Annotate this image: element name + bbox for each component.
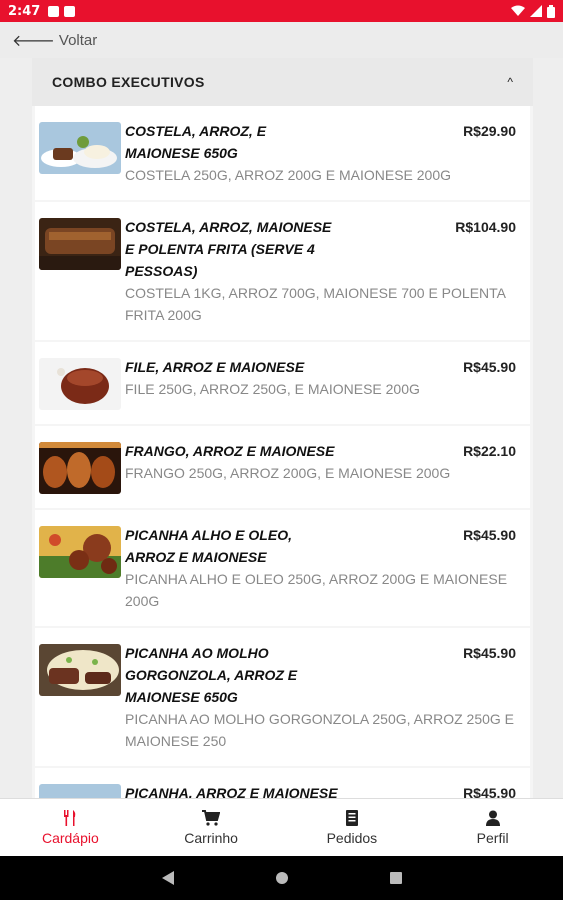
item-price: R$45.90 xyxy=(463,527,516,543)
item-list: COSTELA, ARROZ, E MAIONESE 650G R$29.90 … xyxy=(32,106,533,798)
cart-icon xyxy=(202,809,221,826)
status-bar: 2:47 xyxy=(0,0,563,22)
menu-item[interactable]: PICANHA ALHO E OLEO, ARROZ E MAIONESE R$… xyxy=(35,510,530,626)
battery-icon xyxy=(547,4,555,18)
item-image xyxy=(39,784,121,798)
menu-item[interactable]: COSTELA, ARROZ, MAIONESE E POLENTA FRITA… xyxy=(35,202,530,340)
home-circle-icon[interactable] xyxy=(275,871,289,885)
status-icons xyxy=(511,4,555,18)
nav-cardapio[interactable]: Cardápio xyxy=(0,799,141,856)
notification-icon xyxy=(64,5,76,17)
item-description: PICANHA ALHO E OLEO 250G, ARROZ 200G E M… xyxy=(125,571,508,609)
item-price: R$22.10 xyxy=(463,443,516,459)
person-icon xyxy=(485,810,500,826)
item-image xyxy=(39,442,121,494)
nav-pedidos[interactable]: Pedidos xyxy=(282,799,423,856)
system-nav-bar xyxy=(0,856,563,900)
item-description: COSTELA 1KG, ARROZ 700G, MAIONESE 700 E … xyxy=(125,285,506,323)
menu-panel: COMBO EXECUTIVOS ^ COSTELA, ARROZ, E MAI… xyxy=(32,58,533,798)
menu-item[interactable]: FRANGO, ARROZ E MAIONESE R$22.10 FRANGO … xyxy=(35,426,530,508)
item-price: R$45.90 xyxy=(463,359,516,375)
item-price: R$29.90 xyxy=(463,123,516,139)
item-name: PICANHA, ARROZ E MAIONESE xyxy=(125,785,338,798)
item-image xyxy=(39,122,121,174)
back-triangle-icon[interactable] xyxy=(161,870,175,886)
menu-item[interactable]: FILE, ARROZ E MAIONESE R$45.90 FILE 250G… xyxy=(35,342,530,424)
recents-square-icon[interactable] xyxy=(389,871,403,885)
item-name: COSTELA, ARROZ, MAIONESE E POLENTA FRITA… xyxy=(125,219,332,279)
item-description: PICANHA AO MOLHO GORGONZOLA 250G, ARROZ … xyxy=(125,711,515,749)
item-price: R$45.90 xyxy=(463,785,516,798)
item-price: R$45.90 xyxy=(463,645,516,661)
item-name: PICANHA ALHO E OLEO, ARROZ E MAIONESE xyxy=(125,527,292,565)
item-name: PICANHA AO MOLHO GORGONZOLA, ARROZ E MAI… xyxy=(125,645,298,705)
item-image xyxy=(39,644,121,696)
utensils-icon xyxy=(64,809,76,826)
item-name: FRANGO, ARROZ E MAIONESE xyxy=(125,443,335,459)
chevron-up-icon[interactable]: ^ xyxy=(507,75,513,89)
nav-label: Cardápio xyxy=(41,829,99,846)
wifi-icon xyxy=(511,5,525,16)
bottom-nav: Cardápio Carrinho Pedidos Perfil xyxy=(0,798,563,856)
item-description: FILE 250G, ARROZ 250G, E MAIONESE 200G xyxy=(125,381,420,397)
signal-icon xyxy=(530,5,542,17)
section-title: COMBO EXECUTIVOS xyxy=(52,74,205,90)
item-name: COSTELA, ARROZ, E MAIONESE 650G xyxy=(125,123,267,161)
receipt-icon xyxy=(345,809,358,826)
menu-item[interactable]: PICANHA AO MOLHO GORGONZOLA, ARROZ E MAI… xyxy=(35,628,530,766)
item-image xyxy=(39,358,121,410)
item-image xyxy=(39,526,121,578)
item-image xyxy=(39,218,121,270)
back-arrow-icon[interactable]: 🡐 xyxy=(12,30,55,51)
section-header[interactable]: COMBO EXECUTIVOS ^ xyxy=(32,58,533,106)
nav-perfil[interactable]: Perfil xyxy=(422,799,563,856)
notification-icon xyxy=(48,5,60,17)
nav-label: Pedidos xyxy=(326,829,378,846)
item-price: R$104.90 xyxy=(455,219,516,235)
nav-label: Carrinho xyxy=(184,829,238,846)
item-description: FRANGO 250G, ARROZ 200G, E MAIONESE 200G xyxy=(125,465,451,481)
back-button[interactable]: Voltar xyxy=(59,32,97,49)
nav-carrinho[interactable]: Carrinho xyxy=(141,799,282,856)
item-description: COSTELA 250G, ARROZ 200G E MAIONESE 200G xyxy=(125,167,452,183)
menu-item[interactable]: PICANHA, ARROZ E MAIONESE R$45.90 xyxy=(35,768,530,798)
top-bar: 🡐 Voltar xyxy=(0,22,563,58)
item-name: FILE, ARROZ E MAIONESE xyxy=(125,359,305,375)
menu-item[interactable]: COSTELA, ARROZ, E MAIONESE 650G R$29.90 … xyxy=(35,106,530,200)
nav-label: Perfil xyxy=(476,829,509,846)
status-time: 2:47 xyxy=(8,3,41,19)
